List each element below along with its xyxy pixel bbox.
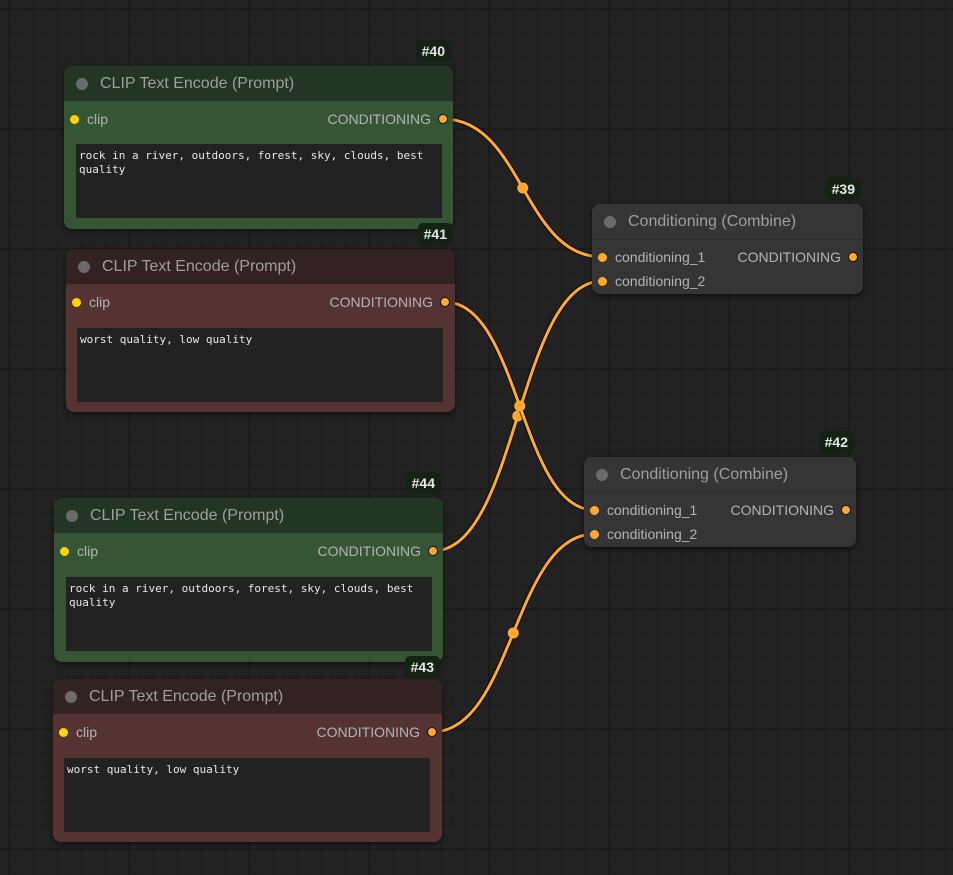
output-slot-conditioning[interactable]: CONDITIONING [731,502,851,518]
input-slot-conditioning-1[interactable]: conditioning_1 [590,502,697,518]
node-title: CLIP Text Encode (Prompt) [90,506,285,524]
collapse-dot-icon[interactable] [66,509,78,522]
output-slot-conditioning[interactable]: CONDITIONING [738,249,858,265]
node-clip-text-encode-43[interactable]: #43 CLIP Text Encode (Prompt) clip CONDI… [53,656,442,842]
output-label: CONDITIONING [329,294,433,310]
node-title: CLIP Text Encode (Prompt) [100,74,295,92]
node-title-bar[interactable]: CLIP Text Encode (Prompt) [64,66,453,101]
node-title-bar[interactable]: CLIP Text Encode (Prompt) [54,498,443,533]
prompt-textarea[interactable]: rock in a river, outdoors, forest, sky, … [66,577,432,651]
node-id-badge: #43 [404,656,440,678]
input-slot-conditioning-2[interactable]: conditioning_2 [598,273,705,289]
input-label: clip [89,294,111,310]
collapse-dot-icon[interactable] [78,260,90,273]
conditioning-input-dot-icon[interactable] [590,505,599,515]
input-label: clip [76,724,98,740]
node-id-badge: #41 [417,223,453,245]
clip-input-dot-icon[interactable] [60,546,69,556]
conditioning-input-dot-icon[interactable] [590,529,599,539]
prompt-textarea[interactable]: rock in a river, outdoors, forest, sky, … [76,144,442,218]
collapse-dot-icon[interactable] [596,468,608,481]
input-slot-clip[interactable]: clip [60,543,98,559]
node-conditioning-combine-42[interactable]: #42 Conditioning (Combine) conditioning_… [584,431,856,547]
prompt-textarea[interactable]: worst quality, low quality [77,328,443,402]
conditioning-output-dot-icon[interactable] [428,546,438,556]
collapse-dot-icon[interactable] [604,215,616,228]
input-slot-clip[interactable]: clip [72,294,110,310]
output-slot-conditioning[interactable]: CONDITIONING [330,294,450,310]
conditioning-output-dot-icon[interactable] [841,505,851,515]
input-slot-conditioning-2[interactable]: conditioning_2 [590,526,697,542]
node-title-bar[interactable]: Conditioning (Combine) [584,457,856,493]
node-id-badge: #44 [405,472,441,494]
output-label: CONDITIONING [316,724,420,740]
node-clip-text-encode-41[interactable]: #41 CLIP Text Encode (Prompt) clip CONDI… [66,223,455,412]
conditioning-output-dot-icon[interactable] [440,297,450,307]
input-label: conditioning_2 [607,526,698,542]
input-label: conditioning_2 [615,273,706,289]
input-slot-clip[interactable]: clip [59,724,97,740]
clip-input-dot-icon[interactable] [72,297,81,307]
node-clip-text-encode-44[interactable]: #44 CLIP Text Encode (Prompt) clip CONDI… [54,472,443,662]
conditioning-input-dot-icon[interactable] [598,276,607,286]
conditioning-input-dot-icon[interactable] [598,252,607,262]
output-slot-conditioning[interactable]: CONDITIONING [328,111,448,127]
input-label: conditioning_1 [607,502,698,518]
input-label: conditioning_1 [615,249,706,265]
output-label: CONDITIONING [737,249,841,265]
clip-input-dot-icon[interactable] [59,727,68,737]
node-id-badge: #39 [825,178,861,200]
node-clip-text-encode-40[interactable]: #40 CLIP Text Encode (Prompt) clip CONDI… [64,40,453,229]
node-title: CLIP Text Encode (Prompt) [89,687,284,705]
conditioning-output-dot-icon[interactable] [848,252,858,262]
collapse-dot-icon[interactable] [76,77,88,90]
node-title: Conditioning (Combine) [628,212,797,230]
output-label: CONDITIONING [317,543,421,559]
node-title-bar[interactable]: CLIP Text Encode (Prompt) [53,679,442,714]
output-slot-conditioning[interactable]: CONDITIONING [317,724,437,740]
input-slot-clip[interactable]: clip [70,111,108,127]
clip-input-dot-icon[interactable] [70,114,79,124]
node-id-badge: #40 [415,40,451,62]
input-label: clip [87,111,109,127]
output-slot-conditioning[interactable]: CONDITIONING [318,543,438,559]
output-label: CONDITIONING [327,111,431,127]
prompt-textarea[interactable]: worst quality, low quality [64,758,430,832]
output-label: CONDITIONING [730,502,834,518]
collapse-dot-icon[interactable] [65,690,77,703]
conditioning-output-dot-icon[interactable] [427,727,437,737]
node-id-badge: #42 [818,431,854,453]
node-title-bar[interactable]: CLIP Text Encode (Prompt) [66,249,455,284]
input-label: clip [77,543,99,559]
node-title: Conditioning (Combine) [620,465,789,483]
node-conditioning-combine-39[interactable]: #39 Conditioning (Combine) conditioning_… [592,178,863,294]
node-title-bar[interactable]: Conditioning (Combine) [592,204,863,240]
conditioning-output-dot-icon[interactable] [438,114,448,124]
node-title: CLIP Text Encode (Prompt) [102,257,297,275]
input-slot-conditioning-1[interactable]: conditioning_1 [598,249,705,265]
